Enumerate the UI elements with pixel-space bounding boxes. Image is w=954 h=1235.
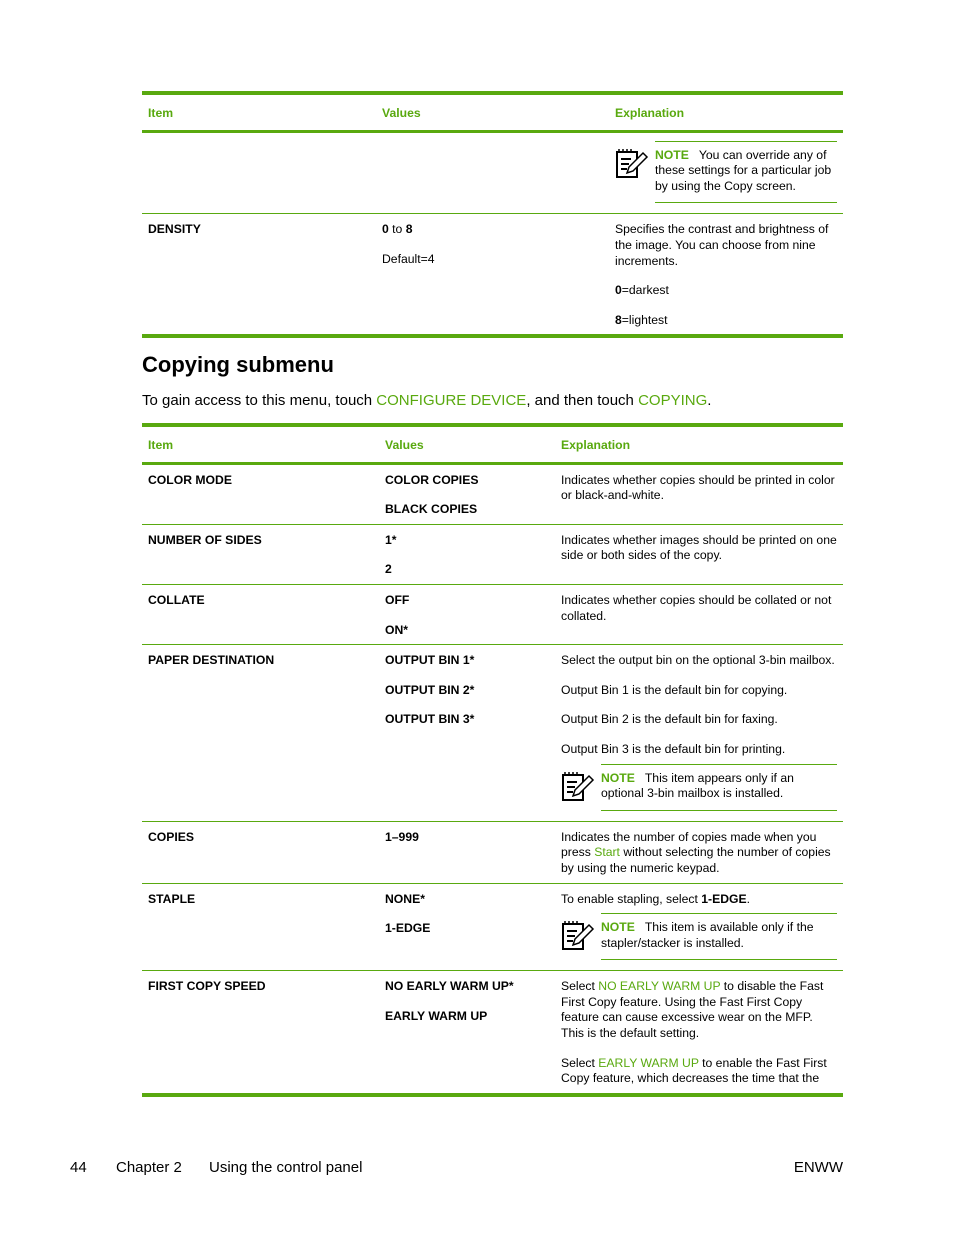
table-row: COLOR MODE COLOR COPIES BLACK COPIES Indi…: [142, 463, 843, 525]
note-box: NOTE You can override any of these settin…: [615, 140, 837, 204]
header-explanation: Explanation: [615, 106, 685, 120]
table-row: COPIES 1–999 Indicates the number of cop…: [142, 821, 843, 883]
footer-chapter: Chapter 2: [116, 1159, 182, 1176]
footer-page-number: 44: [70, 1159, 87, 1176]
table-header-row: Item Values Explanation: [142, 93, 843, 132]
header-item: Item: [148, 106, 174, 120]
note-label: NOTE: [601, 770, 635, 785]
header-values: Values: [385, 438, 424, 452]
item-name: COPIES: [148, 829, 195, 844]
section-title: Copying submenu: [142, 352, 334, 377]
item-name: STAPLE: [148, 891, 196, 906]
note-label: NOTE: [601, 920, 635, 935]
table-header-row: Item Values Explanation: [142, 425, 843, 464]
item-name: COLLATE: [148, 592, 205, 607]
footer-locale: ENWW: [793, 1159, 843, 1176]
note-pencil-icon: [615, 141, 655, 184]
link-copying[interactable]: COPYING: [638, 392, 707, 409]
density-table: Item Values Explanation NOTE You can over…: [142, 91, 843, 338]
item-name: DENSITY: [148, 222, 201, 237]
note-box: NOTE This item is available only if the s…: [561, 913, 837, 961]
table-row: COLLATE OFF ON* Indicates whether copies …: [142, 584, 843, 645]
item-name: PAPER DESTINATION: [148, 653, 275, 668]
note-pencil-icon: [561, 913, 601, 956]
link-configure-device[interactable]: CONFIGURE DEVICE: [376, 392, 526, 409]
header-values: Values: [382, 106, 421, 120]
note-label: NOTE: [655, 147, 689, 162]
table-row: FIRST COPY SPEED NO EARLY WARM UP* EARLY …: [142, 971, 843, 1095]
table-row: NOTE You can override any of these settin…: [142, 131, 843, 214]
note-pencil-icon: [561, 764, 601, 807]
header-item: Item: [148, 438, 174, 452]
item-name: COLOR MODE: [148, 472, 232, 487]
link-no-early-warm-up[interactable]: NO EARLY WARM UP: [598, 979, 720, 993]
copying-submenu-table: Item Values Explanation COLOR MODE COLOR…: [142, 423, 843, 1097]
header-explanation: Explanation: [561, 438, 631, 452]
item-name: FIRST COPY SPEED: [148, 979, 266, 994]
section-intro: To gain access to this menu, touch CONFI…: [142, 392, 712, 409]
item-name: NUMBER OF SIDES: [148, 532, 262, 547]
note-box: NOTE This item appears only if an optiona…: [561, 763, 837, 811]
link-start[interactable]: Start: [594, 845, 620, 859]
table-row: PAPER DESTINATION OUTPUT BIN 1* OUTPUT BI…: [142, 645, 843, 822]
footer-chapter-title: Using the control panel: [209, 1159, 363, 1176]
table-row: STAPLE NONE* 1-EDGE To enable stapling, s…: [142, 883, 843, 971]
item-values: 0 to 8 Default=4: [382, 222, 435, 266]
table-row: NUMBER OF SIDES 1* 2 Indicates whether im…: [142, 524, 843, 585]
item-explanation: Specifies the contrast and brightness of…: [615, 222, 829, 327]
link-early-warm-up[interactable]: EARLY WARM UP: [598, 1056, 698, 1070]
table-row: DENSITY 0 to 8 Default=4 Specifies the c…: [142, 214, 843, 337]
